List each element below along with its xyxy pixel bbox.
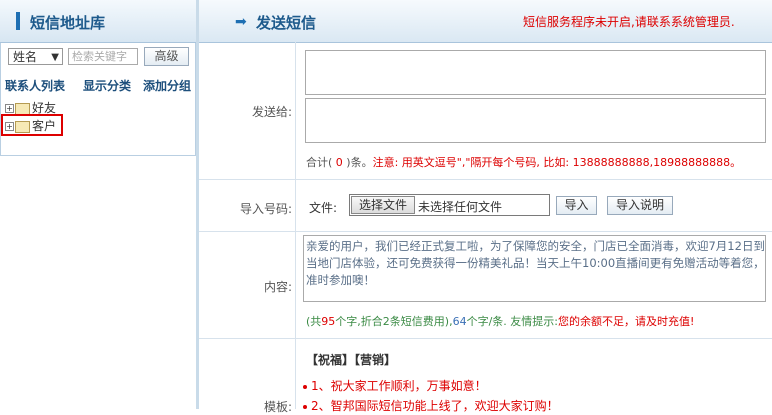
import-button[interactable]: 导入 <box>556 196 597 215</box>
highlight-box <box>1 114 63 136</box>
template-text: 1、祝大家工作顺利，万事如意！ <box>311 379 487 393</box>
content-stats: (共95个字,折合2条短信费用),64个字/条. 友情提示:您的余额不足，请及时… <box>306 313 694 329</box>
template-item[interactable]: 2、智邦国际短信功能上线了，欢迎大家订购！ <box>303 397 559 414</box>
per-message: 64 <box>452 315 467 328</box>
no-file-text: 未选择任何文件 <box>418 200 503 214</box>
stats-mid: 个字,折合2条短信费用), <box>335 315 453 328</box>
expand-icon[interactable]: + <box>5 104 14 113</box>
import-label: 导入号码: <box>239 202 292 216</box>
address-book-title: 短信地址库 <box>30 14 106 32</box>
stats-mid2: 个字/条. 友情提示: <box>466 315 558 328</box>
search-field-value: 姓名 <box>13 50 38 64</box>
count-note: 注意: 用英文逗号","隔开每个号码, 比如: 13888888888,1898… <box>372 156 742 169</box>
tree-item-label: 好友 <box>32 101 57 115</box>
send-sms-header: ➡ 发送短信 短信服务程序未开启,请联系系统管理员. <box>199 0 772 43</box>
count-line: 合计( 0 )条。注意: 用英文逗号","隔开每个号码, 比如: 1388888… <box>306 154 741 170</box>
stats-prefix: (共 <box>306 315 322 328</box>
choose-file-button[interactable]: 选择文件 <box>351 196 415 214</box>
send-sms-panel: ➡ 发送短信 短信服务程序未开启,请联系系统管理员. 发送给: 合计( 0 )条… <box>199 0 772 414</box>
arrow-right-icon: ➡ <box>235 14 247 30</box>
recipient-textarea-2[interactable] <box>305 98 766 143</box>
content-label: 内容: <box>263 280 292 294</box>
header-accent-bar <box>16 12 20 30</box>
tab-contact-list[interactable]: 联系人列表 <box>5 77 65 94</box>
service-warning: 短信服务程序未开启,请联系系统管理员. <box>523 15 735 29</box>
row-separator <box>199 179 772 180</box>
recipient-textarea-1[interactable] <box>305 50 766 95</box>
advanced-search-button[interactable]: 高级 <box>144 47 189 66</box>
count-suffix: )条。 <box>346 156 373 169</box>
tree-item-friends[interactable]: + 好友 <box>5 99 56 115</box>
char-count: 95 <box>321 315 336 328</box>
file-label: 文件: <box>309 201 338 215</box>
content-text: 亲爱的用户，我们已经正式复工啦，为了保障您的安全，门店已全面消毒，欢迎7月12日… <box>306 239 765 287</box>
send-to-label: 发送给: <box>251 105 292 119</box>
balance-warning: 您的余额不足，请及时充值! <box>558 315 695 328</box>
bullet-icon <box>303 404 307 409</box>
search-field-select[interactable]: 姓名 ▼ <box>8 48 63 65</box>
address-book-header: 短信地址库 <box>0 0 196 43</box>
address-book-box: 姓名 ▼ 检索关键字 高级 联系人列表 显示分类 添加分组 + 好友 + 客户 <box>0 43 196 156</box>
address-book-panel: 短信地址库 姓名 ▼ 检索关键字 高级 联系人列表 显示分类 添加分组 + 好友 … <box>0 0 196 409</box>
template-text: 2、智邦国际短信功能上线了，欢迎大家订购！ <box>311 399 559 413</box>
chevron-down-icon: ▼ <box>51 52 59 63</box>
tab-show-categories[interactable]: 显示分类 <box>83 77 131 94</box>
count-prefix: 合计( <box>306 156 333 169</box>
folder-icon <box>15 102 30 115</box>
template-item[interactable]: 1、祝大家工作顺利，万事如意！ <box>303 377 487 394</box>
row-separator <box>199 231 772 232</box>
file-input[interactable]: 选择文件 未选择任何文件 <box>349 194 550 216</box>
count-value: 0 <box>335 156 343 169</box>
keyword-input[interactable]: 检索关键字 <box>68 48 138 65</box>
import-help-button[interactable]: 导入说明 <box>607 196 673 215</box>
template-label: 模板: <box>263 400 292 414</box>
bullet-icon <box>303 384 307 389</box>
template-tabs[interactable]: 【祝福】【营销】 <box>306 351 396 368</box>
send-sms-title: 发送短信 <box>256 14 317 32</box>
column-divider <box>295 42 296 409</box>
row-separator <box>199 338 772 339</box>
tab-add-group[interactable]: 添加分组 <box>143 77 191 94</box>
